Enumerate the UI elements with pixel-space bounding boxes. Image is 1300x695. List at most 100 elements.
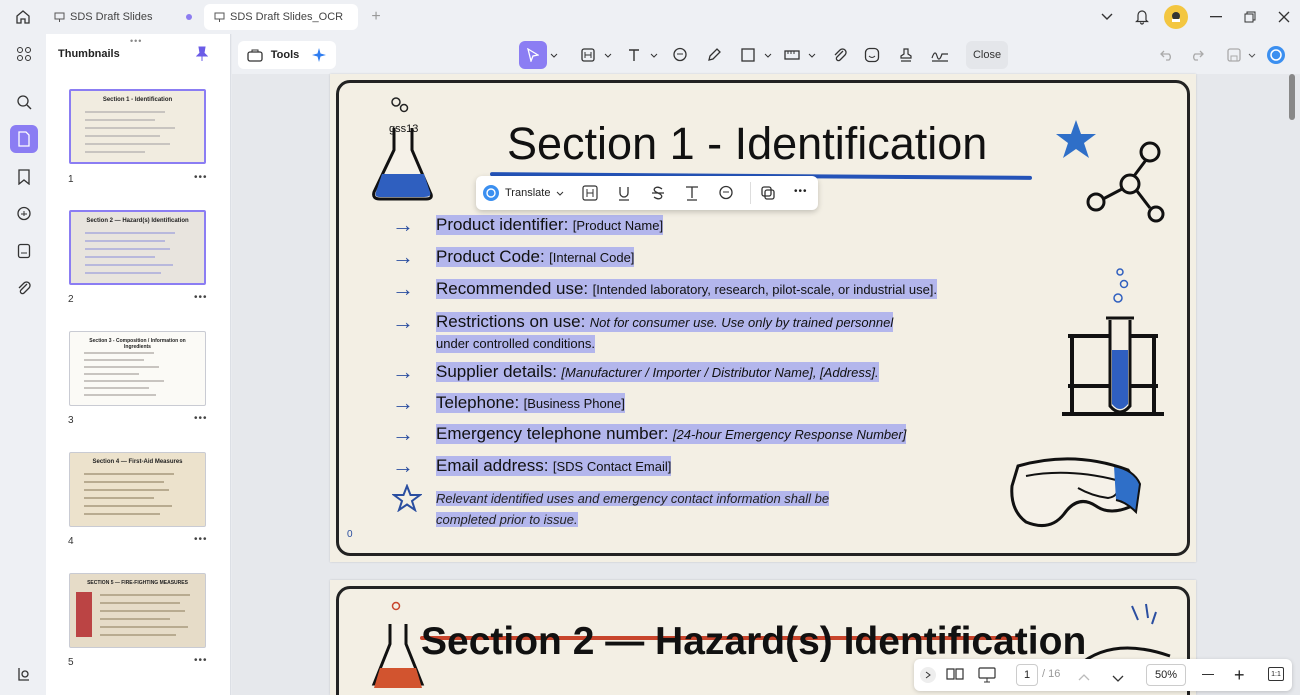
avatar[interactable] (1164, 5, 1188, 29)
select-tool-icon[interactable] (519, 41, 547, 69)
flask-label: gss13 (389, 123, 419, 135)
field-value: Not for consumer use. Use only by traine… (589, 315, 894, 330)
field-label: Recommended use: (436, 279, 589, 298)
field-value: [SDS Contact Email] (552, 459, 672, 474)
more-options-icon[interactable]: ••• (194, 534, 208, 545)
page-thumbnails-icon[interactable] (10, 125, 38, 153)
ai-sparkle-icon[interactable] (306, 41, 332, 69)
comment-tool-icon[interactable] (668, 41, 692, 69)
field-label: Supplier details: (436, 362, 557, 381)
reading-mode-icon[interactable] (946, 667, 964, 686)
chevron-down-icon[interactable] (548, 41, 560, 69)
stamp-icon[interactable] (894, 41, 918, 69)
translate-button[interactable]: Translate (482, 182, 564, 204)
stamp-list-icon[interactable] (10, 237, 38, 265)
field-value: [Product Name] (572, 218, 664, 233)
copy-icon[interactable] (760, 185, 776, 206)
search-icon[interactable] (10, 88, 38, 116)
tab-label: SDS Draft Slides (70, 11, 153, 23)
new-tab-plus-icon[interactable]: + (366, 8, 386, 26)
chevron-down-icon[interactable] (806, 41, 818, 69)
thumbnail-page-4[interactable]: Section 4 — First-Aid Measures (69, 452, 206, 527)
text-insert-icon[interactable] (684, 185, 700, 206)
field-label: Product identifier: (436, 215, 569, 234)
paperclip-icon[interactable] (828, 41, 852, 69)
vertical-scrollbar[interactable] (1289, 74, 1295, 120)
field-product-code: Product Code: [Internal Code] (436, 247, 635, 267)
redo-icon[interactable] (1186, 41, 1208, 69)
selection-toolbar: Translate ••• (476, 176, 818, 210)
field-recommended-use: Recommended use: [Intended laboratory, r… (436, 279, 938, 299)
panel-title: Thumbnails (58, 48, 120, 60)
left-rail (0, 34, 46, 695)
thumbnail-page-3[interactable]: Section 3 - Composition / Information on… (69, 331, 206, 406)
close-window-icon[interactable] (1274, 8, 1294, 26)
pin-icon[interactable] (195, 46, 209, 67)
drag-handle-icon[interactable]: ••• (130, 36, 142, 46)
page-total: / 16 (1042, 668, 1061, 680)
chevron-down-icon[interactable] (762, 41, 774, 69)
divider (750, 182, 751, 204)
home-icon[interactable] (12, 7, 34, 27)
strikethrough-icon[interactable] (650, 185, 666, 206)
page-number-input[interactable]: 1 (1016, 664, 1038, 686)
tab-sds-draft-slides-ocr[interactable]: SDS Draft Slides_OCR (204, 4, 358, 30)
chevron-up-icon[interactable] (1078, 668, 1090, 686)
chevron-down-icon[interactable] (602, 41, 614, 69)
main-toolbar: Tools Close (232, 34, 1300, 74)
shape-tool-icon[interactable] (736, 41, 760, 69)
measure-tool-icon[interactable] (780, 41, 804, 69)
arrow-icon: → (392, 359, 414, 384)
bookmark-icon[interactable] (10, 163, 38, 191)
field-emergency-phone: Emergency telephone number: [24-hour Eme… (436, 424, 907, 444)
test-tube-rack-illustration (1062, 268, 1164, 416)
grid-apps-icon[interactable] (10, 40, 38, 68)
text-tool-icon[interactable] (622, 41, 646, 69)
collapse-bar-icon[interactable] (920, 667, 936, 683)
more-options-icon[interactable]: ••• (194, 292, 208, 303)
more-icon[interactable]: ••• (794, 186, 808, 197)
close-button[interactable]: Close (966, 41, 1008, 69)
zoom-in-icon[interactable]: + (1234, 666, 1245, 684)
highlight-text-icon[interactable] (582, 185, 598, 206)
more-options-icon[interactable]: ••• (194, 413, 208, 424)
actual-size-button[interactable]: 1:1 (1268, 667, 1284, 681)
ai-assistant-icon[interactable] (1264, 41, 1288, 69)
zoom-out-icon[interactable] (1202, 674, 1214, 676)
chevron-down-icon[interactable] (1098, 8, 1116, 26)
bell-icon[interactable] (1132, 7, 1152, 27)
page-2-title: Section 2 — Hazard(s) Identification (421, 620, 1087, 663)
pen-tool-icon[interactable] (702, 41, 726, 69)
chevron-down-icon (557, 191, 564, 196)
comment-text-icon[interactable] (718, 185, 734, 206)
restore-icon[interactable] (1240, 8, 1260, 26)
toolbox-icon (247, 49, 263, 62)
field-value: under controlled conditions. (436, 336, 595, 351)
present-icon[interactable] (978, 667, 996, 688)
zoom-level-input[interactable]: 50% (1146, 664, 1186, 686)
highlight-tool-icon[interactable] (576, 41, 600, 69)
chevron-down-icon[interactable] (1246, 41, 1258, 69)
more-options-icon[interactable]: ••• (194, 172, 208, 183)
chevron-down-icon[interactable] (1112, 670, 1124, 688)
field-restrictions-on-use: Restrictions on use: Not for consumer us… (436, 312, 894, 332)
settings-panel-icon[interactable] (10, 660, 38, 688)
save-icon[interactable] (1224, 41, 1244, 69)
field-email-address: Email address: [SDS Contact Email] (436, 456, 672, 476)
thumbnail-page-2[interactable]: Section 2 — Hazard(s) Identification (69, 210, 206, 285)
translate-icon (483, 185, 499, 201)
thumbnail-page-1[interactable]: Section 1 - Identification (69, 89, 206, 164)
more-options-icon[interactable]: ••• (194, 655, 208, 666)
underline-icon[interactable] (616, 185, 632, 206)
minimize-icon[interactable] (1206, 8, 1226, 26)
signature-icon[interactable] (928, 41, 952, 69)
tab-sds-draft-slides[interactable]: SDS Draft Slides (44, 4, 202, 30)
attachment-icon[interactable] (10, 274, 38, 302)
sticker-icon[interactable] (860, 41, 884, 69)
field-label: Emergency telephone number: (436, 424, 669, 443)
thumbnail-page-5[interactable]: SECTION 5 — FIRE-FIGHTING MEASURES (69, 573, 206, 648)
comment-icon[interactable] (10, 200, 38, 228)
flask-illustration (372, 97, 433, 201)
undo-icon[interactable] (1156, 41, 1178, 69)
chevron-down-icon[interactable] (648, 41, 660, 69)
